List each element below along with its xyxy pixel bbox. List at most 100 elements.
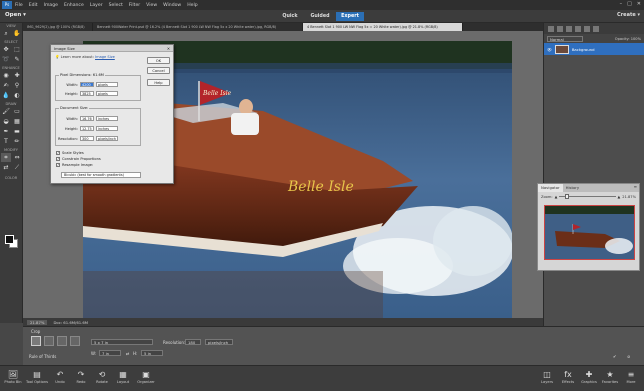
mode-quick[interactable]: Quick xyxy=(276,12,304,21)
brush-tool-icon[interactable]: 🖌 xyxy=(1,107,11,116)
resample-method-select[interactable]: Bicubic (best for smooth gradients) xyxy=(61,172,141,178)
grid-none-option[interactable] xyxy=(31,336,41,346)
resample-image-checkbox[interactable]: ✓ Resample Image: xyxy=(56,163,93,167)
layers-button[interactable]: ◫ Layers xyxy=(536,369,558,384)
blur-tool-icon[interactable]: 💧 xyxy=(1,91,11,100)
paint-bucket-icon[interactable]: ◒ xyxy=(1,117,11,126)
dialog-close-icon[interactable]: ✕ xyxy=(167,46,170,51)
create-button[interactable]: Create ▾ xyxy=(617,12,640,18)
cancel-crop-icon[interactable]: ⊘ xyxy=(627,354,630,359)
zoom-out-icon[interactable]: ▲ xyxy=(555,195,558,199)
doc-width-unit-select[interactable]: inches xyxy=(96,116,118,121)
straighten-tool-icon[interactable]: ⟋ xyxy=(12,163,22,172)
resolution-unit-select[interactable]: pixels/inch xyxy=(96,136,118,141)
type-tool-icon[interactable]: T xyxy=(1,137,11,146)
mode-guided[interactable]: Guided xyxy=(306,12,334,21)
sponge-tool-icon[interactable]: ◐ xyxy=(12,91,22,100)
golden-ratio-option[interactable] xyxy=(70,336,80,346)
menu-edit[interactable]: Edit xyxy=(29,3,38,8)
crop-height-input[interactable]: 5 in xyxy=(141,350,163,356)
blend-mode-select[interactable]: Normal xyxy=(547,35,583,42)
marquee-tool-icon[interactable]: ⬚ xyxy=(12,45,22,54)
tab-navigator[interactable]: Navigator xyxy=(538,184,563,192)
minimize-icon[interactable]: – xyxy=(620,1,623,7)
zoom-slider[interactable] xyxy=(559,194,616,199)
tab-history[interactable]: History xyxy=(563,184,583,192)
grid-thirds-option[interactable] xyxy=(44,336,54,346)
menu-help[interactable]: Help xyxy=(187,3,197,8)
crop-resolution-unit-select[interactable]: pixels/inch xyxy=(205,339,233,345)
organizer-button[interactable]: ▣ Organizer xyxy=(135,369,157,384)
maximize-icon[interactable]: □ xyxy=(627,1,632,7)
new-layer-icon[interactable] xyxy=(548,25,554,32)
learn-more-link[interactable]: Image Size xyxy=(95,55,115,59)
move-tool-icon[interactable]: ✥ xyxy=(1,45,11,54)
hand-tool-icon[interactable]: ✋ xyxy=(12,29,22,38)
effects-button[interactable]: fx Effects xyxy=(557,369,579,384)
zoom-readout[interactable]: 21.87% xyxy=(27,319,48,325)
favorites-button[interactable]: ★ Favorites xyxy=(599,369,621,384)
eye-tool-icon[interactable]: ◉ xyxy=(1,71,11,80)
dialog-title-bar[interactable]: Image Size ✕ xyxy=(51,45,173,52)
healing-brush-icon[interactable]: ✚ xyxy=(12,71,22,80)
eraser-tool-icon[interactable]: ▭ xyxy=(12,107,22,116)
crop-preset-select[interactable]: 5 x 7 in xyxy=(91,339,153,345)
tab-document-2[interactable]: Bennett 900Water Print.psd @ 16.2% (4 Be… xyxy=(93,23,303,31)
pixel-width-unit-select[interactable]: pixels xyxy=(96,82,118,87)
panel-menu-icon[interactable]: ≡ xyxy=(634,184,637,189)
tab-document-1[interactable]: IMG_9629(2).jpg @ 100% (RGB/8) xyxy=(23,23,93,31)
close-icon[interactable]: ✕ xyxy=(637,1,641,7)
tab-document-3[interactable]: 4 Bennett Slot 1 900 LW NW Flag 5x = 20 … xyxy=(303,23,463,31)
menu-view[interactable]: View xyxy=(146,3,157,8)
mask-icon[interactable] xyxy=(575,25,581,32)
shape-tool-icon[interactable]: ▬ xyxy=(12,127,22,136)
commit-icon[interactable]: ✔ xyxy=(613,354,616,359)
tool-options-button[interactable]: ▤ Tool Options xyxy=(26,369,48,384)
doc-height-input[interactable]: 12.75 xyxy=(80,126,94,131)
lasso-tool-icon[interactable]: ➰ xyxy=(1,55,11,64)
recompose-tool-icon[interactable]: ⇔ xyxy=(12,153,22,162)
undo-button[interactable]: ↶ Undo xyxy=(49,369,71,384)
layer-row-background[interactable]: 👁 Background xyxy=(544,43,644,55)
zoom-in-icon[interactable]: ▲ xyxy=(618,195,621,199)
clone-stamp-icon[interactable]: ⚲ xyxy=(12,81,22,90)
adjustment-layer-icon[interactable] xyxy=(566,25,572,32)
pixel-height-input[interactable]: 3825 xyxy=(80,91,94,96)
scale-styles-checkbox[interactable]: ✓ Scale Styles xyxy=(56,151,84,155)
swap-icon[interactable]: ⇄ xyxy=(126,351,129,356)
more-button[interactable]: ≡ More xyxy=(620,369,642,384)
pixel-height-unit-select[interactable]: pixels xyxy=(96,91,118,96)
ok-button[interactable]: OK xyxy=(147,57,170,64)
delete-layer-icon[interactable] xyxy=(593,25,599,32)
quick-selection-tool-icon[interactable]: ✎ xyxy=(12,55,22,64)
pencil-tool-icon[interactable]: ✏ xyxy=(12,137,22,146)
doc-height-unit-select[interactable]: inches xyxy=(96,126,118,131)
crop-width-input[interactable]: 7 in xyxy=(99,350,121,356)
menu-file[interactable]: File xyxy=(15,3,23,8)
graphics-button[interactable]: ✚ Graphics xyxy=(578,369,600,384)
crop-tool-icon[interactable]: ⌗ xyxy=(1,153,11,162)
smart-brush-icon[interactable]: ✍ xyxy=(1,81,11,90)
mode-expert[interactable]: Expert xyxy=(336,12,364,21)
gradient-tool-icon[interactable]: ▦ xyxy=(12,117,22,126)
doc-width-input[interactable]: 16.76 xyxy=(80,116,94,121)
menu-image[interactable]: Image xyxy=(44,3,58,8)
menu-layer[interactable]: Layer xyxy=(90,3,103,8)
constrain-proportions-checkbox[interactable]: ✓ Constrain Proportions xyxy=(56,157,101,161)
rotate-button[interactable]: ⟲ Rotate xyxy=(91,369,113,384)
content-aware-move-icon[interactable]: ⇄ xyxy=(1,163,11,172)
foreground-color-swatch[interactable] xyxy=(5,235,14,244)
navigator-preview[interactable] xyxy=(544,205,635,260)
redo-button[interactable]: ↷ Redo xyxy=(70,369,92,384)
open-button[interactable]: Open ▾ xyxy=(5,12,26,18)
opacity-control[interactable]: Opacity: 100% xyxy=(615,37,641,41)
visibility-eye-icon[interactable]: 👁 xyxy=(547,47,552,52)
pixel-width-input[interactable]: 4200 xyxy=(80,82,94,87)
layout-button[interactable]: ▦ Layout xyxy=(112,369,134,384)
eyedropper-tool-icon[interactable]: ✒ xyxy=(1,127,11,136)
lock-icon[interactable] xyxy=(584,25,590,32)
resolution-input[interactable]: 300 xyxy=(80,136,94,141)
crop-resolution-input[interactable]: 180 xyxy=(185,339,201,345)
menu-window[interactable]: Window xyxy=(163,3,181,8)
menu-filter[interactable]: Filter xyxy=(129,3,140,8)
